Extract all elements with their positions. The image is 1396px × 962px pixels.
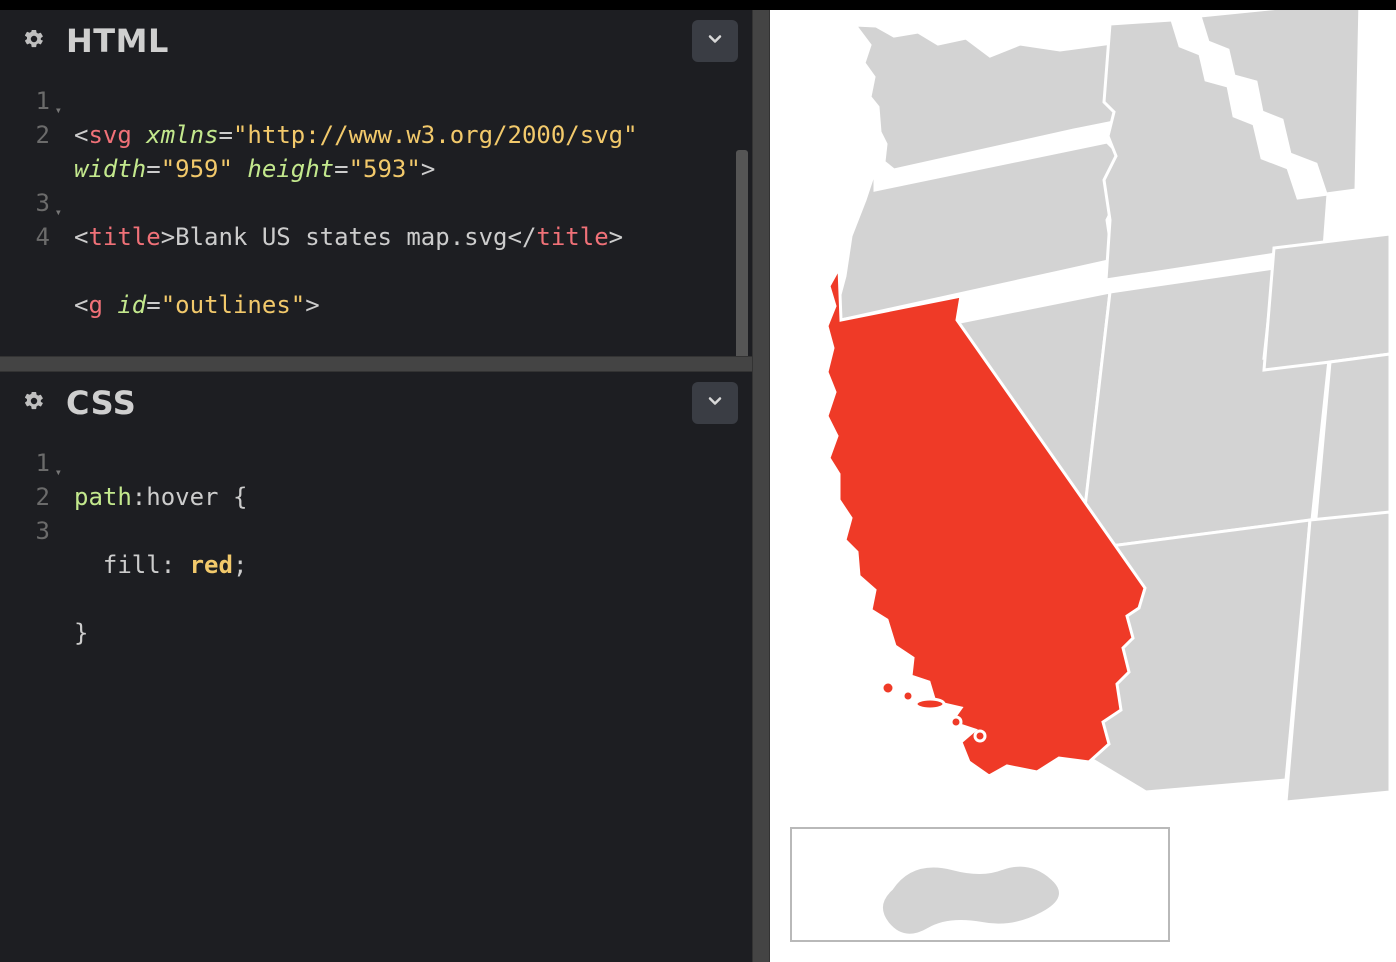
scrollbar-thumb[interactable] — [736, 150, 748, 356]
state-wy[interactable] — [1264, 234, 1390, 370]
column-resize-handle[interactable] — [752, 10, 770, 962]
state-ca-island[interactable] — [882, 682, 894, 694]
gear-icon — [23, 28, 45, 54]
line-number: 3 — [0, 514, 50, 548]
preview-pane — [770, 10, 1396, 962]
html-collapse-button[interactable] — [692, 20, 738, 62]
panel-resize-handle[interactable] — [0, 356, 752, 372]
state-ca-island[interactable] — [975, 731, 985, 741]
editors-column: HTML 1 2 3 4 <svg xmlns="http://www.w3.o… — [0, 10, 752, 962]
state-ca-island[interactable] — [916, 699, 944, 709]
line-number: 2 — [0, 118, 50, 186]
line-number: 1 — [0, 446, 50, 480]
chevron-down-icon — [705, 29, 725, 53]
html-panel-header: HTML — [0, 10, 752, 72]
line-number: 2 — [0, 480, 50, 514]
html-scrollbar[interactable] — [736, 82, 748, 342]
line-number: 4 — [0, 220, 50, 254]
css-collapse-button[interactable] — [692, 382, 738, 424]
state-or[interactable] — [837, 142, 1119, 320]
main-layout: HTML 1 2 3 4 <svg xmlns="http://www.w3.o… — [0, 10, 1396, 962]
css-panel-header: CSS — [0, 372, 752, 434]
us-map-svg — [770, 10, 1390, 950]
css-editor[interactable]: 1 2 3 path:hover { fill: red; } — [0, 434, 752, 962]
gear-icon — [23, 390, 45, 416]
css-gutter: 1 2 3 — [0, 434, 56, 962]
css-panel: CSS 1 2 3 path:hover { fill: red; } — [0, 372, 752, 962]
css-panel-title: CSS — [66, 384, 136, 422]
html-panel-title: HTML — [66, 22, 169, 60]
us-map-preview — [770, 10, 1396, 962]
html-settings-button[interactable] — [14, 21, 54, 61]
window-topbar — [0, 0, 1396, 10]
state-ca-island[interactable] — [951, 717, 961, 727]
css-code[interactable]: path:hover { fill: red; } — [56, 434, 752, 962]
map-inset-box — [790, 827, 1170, 942]
html-gutter: 1 2 3 4 — [0, 72, 56, 356]
html-editor[interactable]: 1 2 3 4 <svg xmlns="http://www.w3.org/20… — [0, 72, 752, 356]
html-code[interactable]: <svg xmlns="http://www.w3.org/2000/svg" … — [56, 72, 752, 356]
chevron-down-icon — [705, 391, 725, 415]
line-number: 1 — [0, 84, 50, 118]
html-panel: HTML 1 2 3 4 <svg xmlns="http://www.w3.o… — [0, 10, 752, 356]
state-ca-island[interactable] — [903, 691, 913, 701]
line-number: 3 — [0, 186, 50, 220]
inset-landmass — [882, 866, 1060, 935]
css-settings-button[interactable] — [14, 383, 54, 423]
